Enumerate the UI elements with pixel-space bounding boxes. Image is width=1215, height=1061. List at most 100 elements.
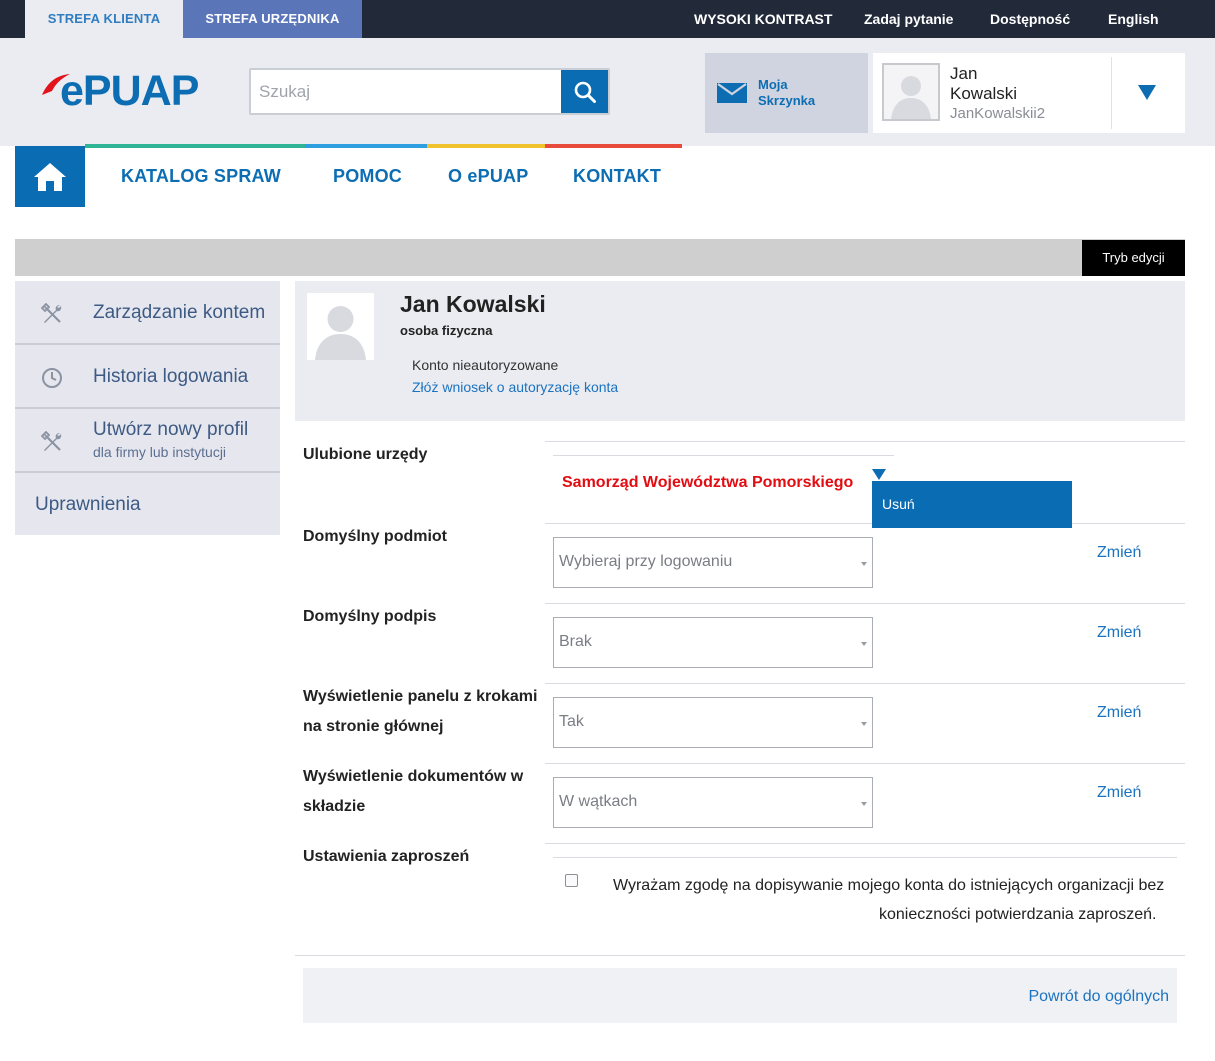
sidebar-item-permissions[interactable]: Uprawnienia [15,473,280,535]
steps-panel-label-line2: na stronie głównej [303,718,444,735]
change-documents-view-link[interactable]: Zmień [1097,784,1141,802]
sidebar-item-new-profile[interactable]: Utwórz nowy profil dla firmy lub instytu… [15,409,280,473]
profile-type: osoba fizyczna [400,323,493,338]
authorize-account-link[interactable]: Złóż wniosek o autoryzację konta [412,379,618,395]
sidebar-item-label: Historia logowania [93,366,249,387]
sidebar-item-account-management[interactable]: Zarządzanie kontem [15,281,280,345]
change-default-entity-link[interactable]: Zmień [1097,544,1141,562]
divider [545,523,1185,524]
nav-item-contact[interactable]: KONTAKT [573,166,661,187]
accessibility-link[interactable]: Dostępność [990,0,1070,38]
caret-down-icon [861,642,867,646]
mailbox-label: Moja Skrzynka [758,77,858,109]
steps-panel-select[interactable]: Tak [553,697,873,748]
divider [545,441,1185,442]
select-value: Wybieraj przy logowaniu [559,553,733,570]
back-to-general-link[interactable]: Powrót do ogólnych [1028,988,1169,1006]
profile-name: Jan Kowalski [400,291,546,317]
favorite-office[interactable]: Samorząd Województwa Pomorskiego [562,474,853,492]
caret-down-icon [861,802,867,806]
divider [1111,57,1112,129]
avatar [882,63,940,121]
documents-view-label: Wyświetlenie dokumentów w składzie [303,762,543,822]
triangle-down-icon[interactable] [872,469,886,480]
select-value: W wątkach [559,793,638,810]
nav-stripe-blue [305,144,427,148]
mailbox-button[interactable]: Moja Skrzynka [705,53,868,133]
nav-stripe-green [85,144,305,148]
nav-item-catalog[interactable]: KATALOG SPRAW [121,166,281,187]
ask-question-link[interactable]: Zadaj pytanie [864,0,953,38]
top-bar: STREFA KLIENTA STREFA URZĘDNIKA WYSOKI K… [0,0,1215,38]
change-default-signature-link[interactable]: Zmień [1097,624,1141,642]
nav-item-help[interactable]: POMOC [333,166,402,187]
search-input[interactable] [259,70,559,113]
mailbox-label-line2: Skrzynka [758,93,816,108]
default-signature-label: Domyślny podpis [303,608,437,625]
default-entity-label: Domyślny podmiot [303,528,448,545]
invitations-label: Ustawienia zaproszeń [303,848,470,865]
tab-official-zone[interactable]: STREFA URZĘDNIKA [183,0,362,38]
user-silhouette-icon [891,76,931,119]
sidebar: Zarządzanie kontem Historia logowania Ut… [15,281,280,535]
user-login: JanKowalskii2 [950,105,1046,122]
sidebar-item-sublabel: dla firmy lub instytucji [93,444,227,460]
change-steps-panel-link[interactable]: Zmień [1097,704,1141,722]
documents-view-label-line1: Wyświetlenie dokumentów w [303,768,524,785]
search-icon [574,81,596,103]
sidebar-item-label: Utwórz nowy profil [93,419,249,440]
user-silhouette-icon [315,306,366,360]
caret-down-icon [861,722,867,726]
favorite-context-menu: Usuń [872,481,1072,528]
tools-icon [41,303,62,323]
divider [545,683,1185,684]
documents-view-label-line2: składzie [303,798,366,815]
remove-favorite-menu-item[interactable]: Usuń [882,496,915,512]
steps-panel-label: Wyświetlenie panelu z krokami na stronie… [303,682,543,742]
consent-text-line2: konieczności potwierdzania zaproszeń. [879,906,1157,923]
user-menu[interactable]: Jan Kowalski JanKowalskii2 [873,53,1185,133]
divider [553,857,1177,858]
search-button[interactable] [561,70,608,113]
edit-mode-button[interactable]: Tryb edycji [1082,240,1185,276]
user-first-name: Jan [950,64,978,83]
mailbox-label-line1: Moja [758,77,788,92]
divider [545,843,1185,844]
steps-panel-label-line1: Wyświetlenie panelu z krokami [303,688,538,705]
default-signature-select[interactable]: Brak [553,617,873,668]
language-link[interactable]: English [1108,0,1159,38]
select-value: Brak [559,633,592,650]
nav-item-about[interactable]: O ePUAP [448,166,528,187]
default-entity-select[interactable]: Wybieraj przy logowaniu [553,537,873,588]
nav-stripe-yellow [427,144,545,148]
nav-stripe-red [545,144,682,148]
footer-bar: Powrót do ogólnych [303,968,1177,1023]
sidebar-item-login-history[interactable]: Historia logowania [15,345,280,409]
tab-client-zone[interactable]: STREFA KLIENTA [25,0,183,38]
avatar [307,293,374,360]
sidebar-item-label: Uprawnienia [35,494,141,515]
divider [545,603,1185,604]
logo-text: ePUAP [60,67,199,115]
edit-bar [15,239,1185,276]
favorites-label: Ulubione urzędy [303,446,428,463]
home-icon [34,162,66,191]
search-box [249,68,610,115]
clock-icon [42,368,62,388]
sidebar-item-label: Zarządzanie kontem [93,302,266,323]
profile-card: Jan Kowalski osoba fizyczna Konto nieaut… [295,281,1185,421]
consent-text-line1: Wyrażam zgodę na dopisywanie mojego kont… [613,877,1165,894]
documents-view-select[interactable]: W wątkach [553,777,873,828]
high-contrast-link[interactable]: WYSOKI KONTRAST [694,0,832,38]
consent-checkbox[interactable] [565,874,578,887]
divider [295,955,1185,956]
home-button[interactable] [15,146,85,207]
tools-icon [41,431,62,451]
envelope-icon [717,83,747,103]
divider [545,763,1185,764]
divider [553,455,894,456]
triangle-down-icon[interactable] [1138,85,1156,100]
account-status: Konto nieautoryzowane [412,357,559,373]
caret-down-icon [861,562,867,566]
user-last-name: Kowalski [950,84,1018,103]
